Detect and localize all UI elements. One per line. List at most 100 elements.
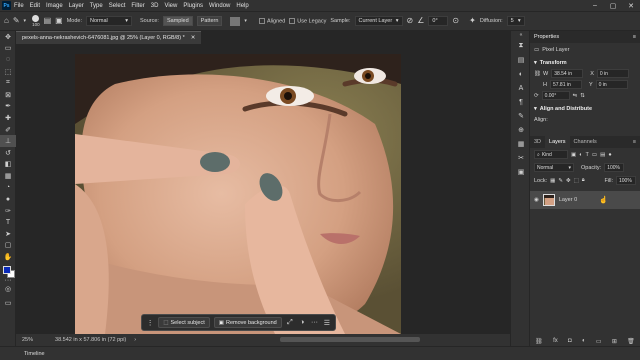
- artboard-tool-icon[interactable]: ▭: [0, 43, 16, 55]
- select-subject-button[interactable]: ⬚ Select subject: [158, 317, 210, 328]
- gradient-tool-icon[interactable]: ▦: [0, 170, 16, 182]
- blur-tool-icon[interactable]: ◔: [0, 182, 16, 194]
- chevron-down-icon[interactable]: ▾: [244, 16, 247, 26]
- new-group-icon[interactable]: ▭: [596, 338, 602, 345]
- clone-source-icon[interactable]: ▣: [55, 16, 63, 26]
- ignore-adjustment-layers-icon[interactable]: ⊘: [407, 16, 414, 26]
- aligned-checkbox[interactable]: Aligned: [258, 17, 285, 24]
- layer-row[interactable]: ◉ Layer 0 ☝: [530, 191, 640, 209]
- visibility-eye-icon[interactable]: ◉: [534, 197, 539, 203]
- pressure-size-icon[interactable]: ⊙: [452, 16, 459, 26]
- foreground-color-swatch[interactable]: [3, 266, 11, 274]
- filter-type-icon[interactable]: T: [586, 152, 589, 158]
- swatches-icon[interactable]: ▦: [511, 137, 531, 151]
- hand-tool-icon[interactable]: ✋: [0, 251, 16, 263]
- filter-pixel-icon[interactable]: ▣: [571, 152, 576, 158]
- menu-select[interactable]: Select: [109, 3, 126, 9]
- lock-image-icon[interactable]: ✎: [558, 178, 563, 184]
- adjustments-icon[interactable]: ◐: [511, 67, 531, 81]
- properties-tab[interactable]: Properties: [534, 34, 559, 40]
- document-tab[interactable]: pexels-anna-nekrashevich-6476081.jpg @ 2…: [16, 31, 202, 44]
- tool-presets-icon[interactable]: ✂: [511, 151, 531, 165]
- close-tab-icon[interactable]: ✕: [191, 35, 196, 41]
- chevron-down-icon[interactable]: ▾: [24, 16, 27, 26]
- photo-canvas[interactable]: [75, 54, 401, 334]
- close-window-button[interactable]: ✕: [622, 2, 640, 10]
- pattern-swatch-icon[interactable]: [230, 16, 241, 26]
- crop-tool-icon[interactable]: ⌗: [0, 77, 16, 89]
- menu-view[interactable]: View: [164, 3, 177, 9]
- menu-type[interactable]: Type: [90, 3, 103, 9]
- paragraph-icon[interactable]: ¶: [511, 95, 531, 109]
- bar-settings-icon[interactable]: ☰: [323, 319, 331, 327]
- brushes-icon[interactable]: ✎: [511, 109, 531, 123]
- transform-section[interactable]: ▾ Transform: [530, 57, 640, 68]
- quick-mask-icon[interactable]: ◎: [0, 283, 16, 295]
- panel-menu-icon[interactable]: ≡: [633, 139, 636, 145]
- flip-vertical-icon[interactable]: ⇅: [580, 93, 585, 99]
- menu-3d[interactable]: 3D: [151, 3, 159, 9]
- type-tool-icon[interactable]: T: [0, 217, 16, 229]
- collapse-panels-icon[interactable]: «: [511, 31, 531, 39]
- history-icon[interactable]: ⧗: [511, 39, 531, 53]
- link-icon[interactable]: ⛓: [534, 71, 541, 77]
- mode-dropdown[interactable]: Normal ▾: [86, 16, 132, 26]
- healing-icon[interactable]: ✦: [469, 16, 476, 26]
- zoom-level[interactable]: 25%: [22, 337, 33, 343]
- clone-stamp-tool-preset-icon[interactable]: ✎: [13, 16, 20, 26]
- panel-menu-icon[interactable]: ≡: [633, 34, 636, 40]
- path-selection-tool-icon[interactable]: ➤: [0, 228, 16, 240]
- canvas-area[interactable]: ⋮ ⬚ Select subject ▣ Remove background ⤢…: [16, 44, 510, 334]
- kind-filter-dropdown[interactable]: ⌕ Kind: [534, 150, 568, 159]
- properties-icon[interactable]: ▤: [511, 53, 531, 67]
- fill-field[interactable]: 100%: [616, 176, 636, 185]
- object-selection-tool-icon[interactable]: ⬚: [0, 66, 16, 78]
- clone-source-panel-icon[interactable]: ⊕: [511, 123, 531, 137]
- aligned-check-box[interactable]: [258, 17, 265, 24]
- remove-background-button[interactable]: ▣ Remove background: [213, 317, 282, 328]
- filter-smart-object-icon[interactable]: ▤: [600, 152, 605, 158]
- diffusion-dropdown[interactable]: 5 ▾: [506, 16, 525, 26]
- menu-window[interactable]: Window: [209, 3, 230, 9]
- menu-layer[interactable]: Layer: [69, 3, 84, 9]
- character-icon[interactable]: A: [511, 81, 531, 95]
- drag-handle-icon[interactable]: ⋮: [146, 319, 154, 327]
- filter-toggle-icon[interactable]: ●: [608, 152, 611, 158]
- width-field[interactable]: 38.54 in: [551, 69, 584, 78]
- more-options-icon[interactable]: ···: [310, 319, 318, 326]
- move-tool-icon[interactable]: ✥: [0, 31, 16, 43]
- add-mask-icon[interactable]: ◘: [568, 338, 572, 344]
- angle-field-props[interactable]: 0.00°: [541, 91, 570, 100]
- timeline-panel-tab[interactable]: Timeline: [0, 346, 640, 360]
- brush-settings-icon[interactable]: ▤: [44, 16, 52, 26]
- tab-layers[interactable]: Layers: [545, 136, 570, 148]
- maximize-button[interactable]: ▢: [604, 2, 622, 10]
- layer-style-icon[interactable]: fx: [553, 338, 558, 344]
- lock-artboard-icon[interactable]: ⬚: [574, 178, 579, 184]
- eraser-tool-icon[interactable]: ◧: [0, 159, 16, 171]
- clone-stamp-tool-icon[interactable]: ⊥: [0, 135, 16, 147]
- lock-all-icon[interactable]: 🔒︎: [582, 177, 585, 184]
- tab-channels[interactable]: Channels: [570, 136, 601, 148]
- angle-field[interactable]: 0°: [428, 16, 449, 26]
- adjustment-icon[interactable]: ◑: [298, 319, 306, 326]
- menu-edit[interactable]: Edit: [30, 3, 40, 9]
- chevron-right-icon[interactable]: ›: [134, 337, 136, 343]
- rectangle-tool-icon[interactable]: ▢: [0, 240, 16, 252]
- use-legacy-check-box[interactable]: [289, 17, 296, 24]
- filter-shape-icon[interactable]: ▭: [592, 152, 597, 158]
- new-layer-icon[interactable]: ⊞: [612, 338, 617, 345]
- spot-healing-tool-icon[interactable]: ✚: [0, 112, 16, 124]
- filter-adjustment-icon[interactable]: ◐: [579, 152, 582, 158]
- blend-mode-dropdown[interactable]: Normal ▾: [534, 163, 574, 172]
- adjustment-layer-icon[interactable]: ◐: [582, 338, 586, 344]
- y-field[interactable]: 0 in: [595, 80, 628, 89]
- transform-icon[interactable]: ⤢: [286, 319, 294, 327]
- history-brush-tool-icon[interactable]: ↺: [0, 147, 16, 159]
- source-pattern-button[interactable]: Pattern: [196, 16, 223, 26]
- brush-size-picker[interactable]: 100: [32, 15, 40, 27]
- home-icon[interactable]: ⌂: [4, 16, 9, 26]
- eyedropper-tool-icon[interactable]: ✒: [0, 101, 16, 113]
- delete-layer-icon[interactable]: 🗑︎: [627, 338, 635, 345]
- menu-file[interactable]: File: [14, 3, 24, 9]
